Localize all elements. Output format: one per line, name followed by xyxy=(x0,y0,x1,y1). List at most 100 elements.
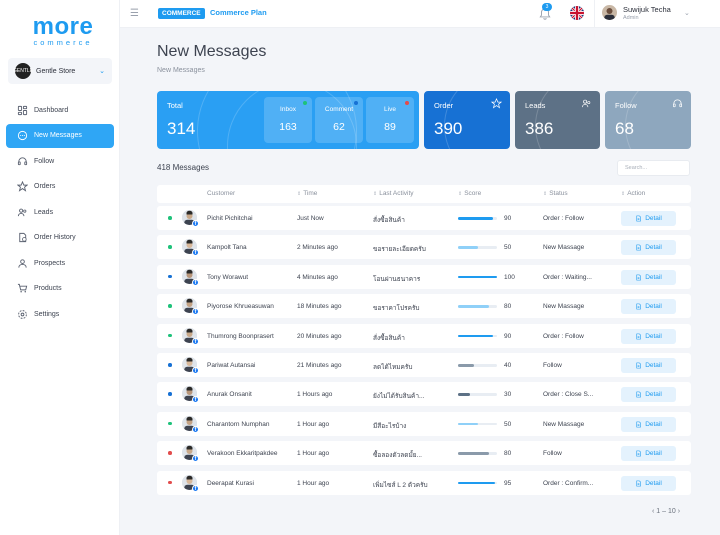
score-bar xyxy=(458,481,497,485)
user-name[interactable]: Suwijuk Techa xyxy=(623,5,671,14)
sidebar-item-label: Orders xyxy=(34,183,56,190)
live-dot xyxy=(405,101,409,105)
detail-button[interactable]: Detail xyxy=(621,269,676,285)
customer-name[interactable]: Anurak Onsanit xyxy=(207,391,292,398)
detail-button[interactable]: Detail xyxy=(621,240,676,256)
customer-name[interactable]: Pichit Pichitchai xyxy=(207,215,292,222)
channel-dot xyxy=(168,304,172,308)
inbox-card[interactable]: Inbox 163 xyxy=(264,97,312,143)
customer-name[interactable]: Charantorn Numphan xyxy=(207,421,292,428)
message-time: 1 Hour ago xyxy=(297,450,330,458)
sidebar-item-follow[interactable]: Follow xyxy=(6,149,114,173)
avatar[interactable] xyxy=(602,5,617,20)
detail-button[interactable]: Detail xyxy=(621,299,676,315)
customer-name[interactable]: Piyorose Khrueasuwan xyxy=(207,303,292,310)
detail-button[interactable]: Detail xyxy=(621,328,676,344)
table-row[interactable]: f Pichit Pichitchai Just Now สั่งซื้อสินค้า… xyxy=(157,206,691,230)
score-value: 30 xyxy=(504,391,512,399)
detail-button[interactable]: Detail xyxy=(621,446,676,462)
last-activity: ซื้อลองตัวลดมั้ย... xyxy=(373,452,422,460)
next-page-icon[interactable]: › xyxy=(678,508,680,515)
message-time: 18 Minutes ago xyxy=(297,303,342,311)
facebook-icon: f xyxy=(192,425,199,433)
document-icon xyxy=(636,421,642,428)
document-icon xyxy=(636,274,642,281)
channel-dot xyxy=(168,216,172,220)
header-activity[interactable]: ⇕ Last Activity xyxy=(373,190,414,197)
prev-page-icon[interactable]: ‹ xyxy=(652,508,654,515)
header-time[interactable]: ⇕ Time xyxy=(297,190,317,197)
table-row[interactable]: f Charantorn Numphan 1 Hour ago มีสีอะไรบ้า… xyxy=(157,411,691,436)
live-card[interactable]: Live 89 xyxy=(366,97,414,143)
table-row[interactable]: f Verakoon Ekkaritpakdee 1 Hour ago ซื้อลอง… xyxy=(157,441,691,466)
detail-button[interactable]: Detail xyxy=(621,416,676,432)
order-card[interactable]: Order 390 xyxy=(424,91,510,149)
brand-logo[interactable]: more commerce xyxy=(28,14,98,48)
customer-name[interactable]: Verakoon Ekkaritpakdee xyxy=(207,450,292,457)
sidebar-item-order-history[interactable]: Order History xyxy=(6,226,114,250)
follow-card[interactable]: Follow 68 xyxy=(605,91,691,149)
total-card[interactable]: Total 314 Inbox 163 Comment 62 Live 89 xyxy=(157,91,419,149)
header-customer[interactable]: Customer xyxy=(207,190,235,197)
detail-button[interactable]: Detail xyxy=(621,387,676,403)
menu-icon[interactable]: ☰ xyxy=(130,8,139,19)
sidebar-item-leads[interactable]: Leads xyxy=(6,200,114,224)
store-selector[interactable]: GENTLE Gentle Store ⌄ xyxy=(8,58,112,84)
score-bar-fill xyxy=(458,393,470,396)
message-icon xyxy=(16,130,28,142)
header-time-label: Time xyxy=(303,190,318,197)
commerce-badge: COMMERCE xyxy=(158,8,205,19)
header-score[interactable]: ⇕ Score xyxy=(458,190,481,197)
customer-name[interactable]: Thumrong Boonprasert xyxy=(207,333,292,340)
leads-card[interactable]: Leads 386 xyxy=(515,91,600,149)
status-text: Order : Follow xyxy=(543,332,584,340)
sidebar-item-prospects[interactable]: Prospects xyxy=(6,251,114,275)
score-bar xyxy=(458,422,497,426)
last-activity: เพิ่มไซส์ L 2 ตัวครับ xyxy=(373,481,428,489)
channel-dot xyxy=(168,333,172,338)
last-activity: ยังไม่ได้รับสินค้า... xyxy=(373,393,425,401)
total-value: 314 xyxy=(167,119,196,138)
sidebar-item-products[interactable]: Products xyxy=(6,277,114,301)
table-row[interactable]: f Thumrong Boonprasert 20 Minutes ago สั่งซ… xyxy=(157,323,691,348)
sidebar-item-new-messages[interactable]: New Messages xyxy=(6,123,114,148)
comment-card[interactable]: Comment 62 xyxy=(315,97,363,143)
uk-flag-icon[interactable] xyxy=(570,6,584,20)
channel-dot xyxy=(168,421,172,426)
search-input[interactable]: Search... xyxy=(617,160,690,176)
table-row[interactable]: f Anurak Onsanit 1 Hours ago ยังไม่ได้รับสิ… xyxy=(157,382,691,407)
detail-button[interactable]: Detail xyxy=(621,358,676,373)
detail-button[interactable]: Detail xyxy=(621,475,676,491)
sidebar-item-settings[interactable]: Settings xyxy=(6,302,114,326)
score-bar-fill xyxy=(458,305,490,308)
score-value: 50 xyxy=(504,420,512,428)
sidebar-item-orders[interactable]: Orders xyxy=(6,175,114,199)
table-row[interactable]: f Deerapat Kurasi 1 Hour ago เพิ่มไซส์ L 2 … xyxy=(157,470,691,495)
table-row[interactable]: f Piyorose Khrueasuwan 18 Minutes ago ขอราค… xyxy=(157,294,691,319)
detail-label: Detail xyxy=(645,391,662,399)
customer-name[interactable]: Tony Worawut xyxy=(207,274,292,281)
sidebar-item-dashboard[interactable]: Dashboard xyxy=(6,98,114,122)
header-status-label: Status xyxy=(549,190,568,197)
customer-name[interactable]: Deerapat Kurasi xyxy=(207,480,292,487)
message-time: 4 Minutes ago xyxy=(297,273,338,281)
table-row[interactable]: f Tony Worawut 4 Minutes ago โอนผ่านธนาคาร 1… xyxy=(157,264,691,289)
header-action[interactable]: ⇕ Action xyxy=(621,190,645,197)
detail-button[interactable]: Detail xyxy=(621,211,676,226)
chevron-down-icon[interactable]: ⌄ xyxy=(684,9,690,17)
document-icon xyxy=(636,244,642,251)
breadcrumb[interactable]: New Messages xyxy=(157,67,205,74)
status-text: Order : Confirm... xyxy=(543,479,594,487)
sort-icon: ⇕ xyxy=(458,191,463,197)
customer-name[interactable]: Kampolt Tana xyxy=(207,244,292,251)
message-time: 20 Minutes ago xyxy=(297,332,342,340)
score-bar-fill xyxy=(458,481,496,485)
table-row[interactable]: f Kampolt Tana 2 Minutes ago ขอรายละเอียดคร… xyxy=(157,235,691,260)
score-value: 80 xyxy=(504,450,512,458)
header-status[interactable]: ⇕ Status xyxy=(543,190,568,197)
order-value: 390 xyxy=(434,119,463,138)
customer-name[interactable]: Pariwat Autansai xyxy=(207,362,292,369)
last-activity: โอนผ่านธนาคาร xyxy=(373,275,421,283)
detail-label: Detail xyxy=(645,244,662,252)
table-row[interactable]: f Pariwat Autansai 21 Minutes ago ลดได้ไหมค… xyxy=(157,353,691,377)
